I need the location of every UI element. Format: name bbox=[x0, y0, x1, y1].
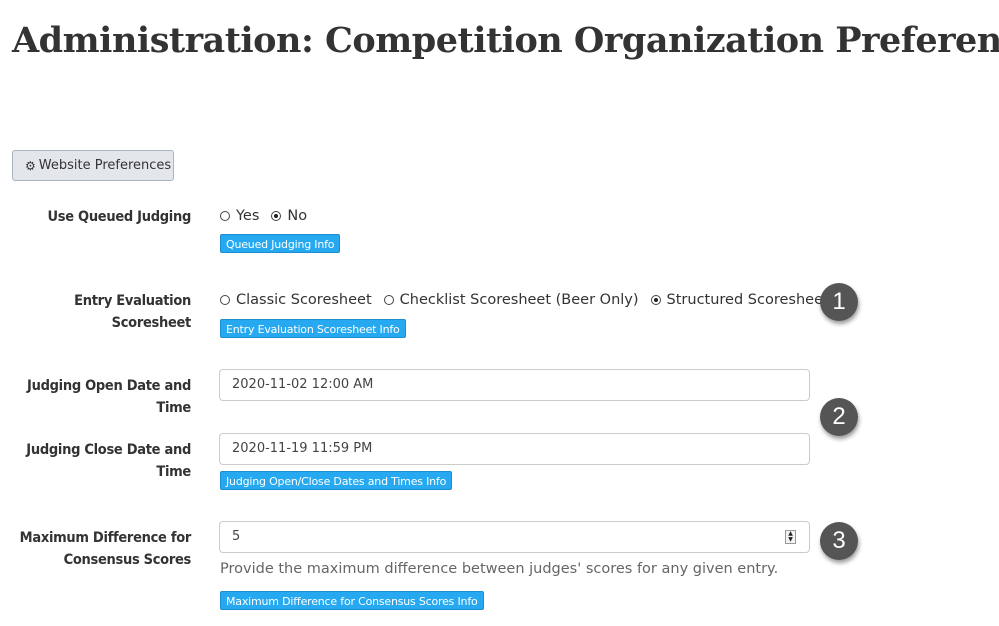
consensus-label-line2: Consensus Scores bbox=[63, 552, 192, 568]
radio-label: No bbox=[287, 208, 308, 224]
radio-label: Yes bbox=[236, 208, 260, 224]
scoresheet-radio-group: Classic Scoresheet Checklist Scoresheet … bbox=[220, 292, 841, 308]
structured-scoresheet-radio[interactable]: Structured Scoresheet bbox=[650, 292, 829, 308]
radio-unchecked-icon bbox=[220, 295, 230, 305]
consensus-info-button[interactable]: Maximum Difference for Consensus Scores … bbox=[220, 591, 484, 610]
radio-label: Classic Scoresheet bbox=[236, 292, 372, 308]
queued-judging-no-radio[interactable]: No bbox=[271, 208, 307, 224]
spinner-down-icon[interactable]: ▼ bbox=[786, 537, 795, 543]
classic-scoresheet-radio[interactable]: Classic Scoresheet bbox=[220, 292, 372, 308]
consensus-label: Maximum Difference for Consensus Scores bbox=[19, 527, 192, 571]
queued-judging-info-button[interactable]: Queued Judging Info bbox=[220, 234, 341, 253]
judging-close-label-line1: Judging Close Date and bbox=[26, 442, 191, 458]
scoresheet-label: Entry Evaluation Scoresheet bbox=[74, 290, 191, 334]
radio-checked-icon bbox=[650, 295, 661, 305]
judging-open-label: Judging Open Date and Time bbox=[27, 375, 191, 419]
consensus-label-line1: Maximum Difference for bbox=[19, 530, 192, 546]
judging-open-label-line2: Time bbox=[156, 400, 191, 416]
judging-dates-info-button[interactable]: Judging Open/Close Dates and Times Info bbox=[220, 471, 453, 490]
queued-judging-yes-radio[interactable]: Yes bbox=[220, 208, 259, 224]
judging-close-input[interactable]: 2020-11-19 11:59 PM bbox=[219, 433, 810, 465]
radio-unchecked-icon bbox=[220, 211, 230, 221]
consensus-number-input[interactable]: 5 ▲ ▼ bbox=[219, 521, 810, 553]
consensus-help-text: Provide the maximum difference between j… bbox=[220, 561, 779, 577]
gear-icon: ⚙ bbox=[25, 158, 36, 173]
radio-unchecked-icon bbox=[383, 295, 394, 305]
judging-close-label-line2: Time bbox=[156, 464, 191, 480]
callout-badge-3: 3 bbox=[820, 522, 858, 560]
radio-label: Structured Scoresheet bbox=[666, 292, 829, 308]
judging-open-input[interactable]: 2020-11-02 12:00 AM bbox=[219, 369, 810, 401]
website-preferences-label: Website Preferences bbox=[38, 158, 172, 173]
judging-close-label: Judging Close Date and Time bbox=[26, 439, 191, 483]
scoresheet-info-button[interactable]: Entry Evaluation Scoresheet Info bbox=[220, 319, 406, 338]
website-preferences-button[interactable]: ⚙ Website Preferences bbox=[12, 150, 174, 181]
radio-label: Checklist Scoresheet (Beer Only) bbox=[399, 292, 639, 308]
number-spinner[interactable]: ▲ ▼ bbox=[785, 530, 796, 544]
scoresheet-label-line1: Entry Evaluation bbox=[74, 293, 191, 309]
callout-badge-2: 2 bbox=[820, 398, 858, 436]
queued-judging-radio-group: Yes No bbox=[220, 208, 319, 224]
judging-open-label-line1: Judging Open Date and bbox=[27, 378, 191, 394]
radio-checked-icon bbox=[271, 211, 282, 221]
callout-badge-1: 1 bbox=[820, 283, 858, 321]
page-title: Administration: Competition Organization… bbox=[12, 20, 999, 61]
scoresheet-label-line2: Scoresheet bbox=[111, 315, 192, 331]
checklist-scoresheet-radio[interactable]: Checklist Scoresheet (Beer Only) bbox=[383, 292, 639, 308]
queued-judging-label-text: Use Queued Judging bbox=[47, 209, 191, 225]
queued-judging-label: Use Queued Judging bbox=[47, 206, 191, 228]
consensus-value: 5 bbox=[232, 529, 241, 544]
